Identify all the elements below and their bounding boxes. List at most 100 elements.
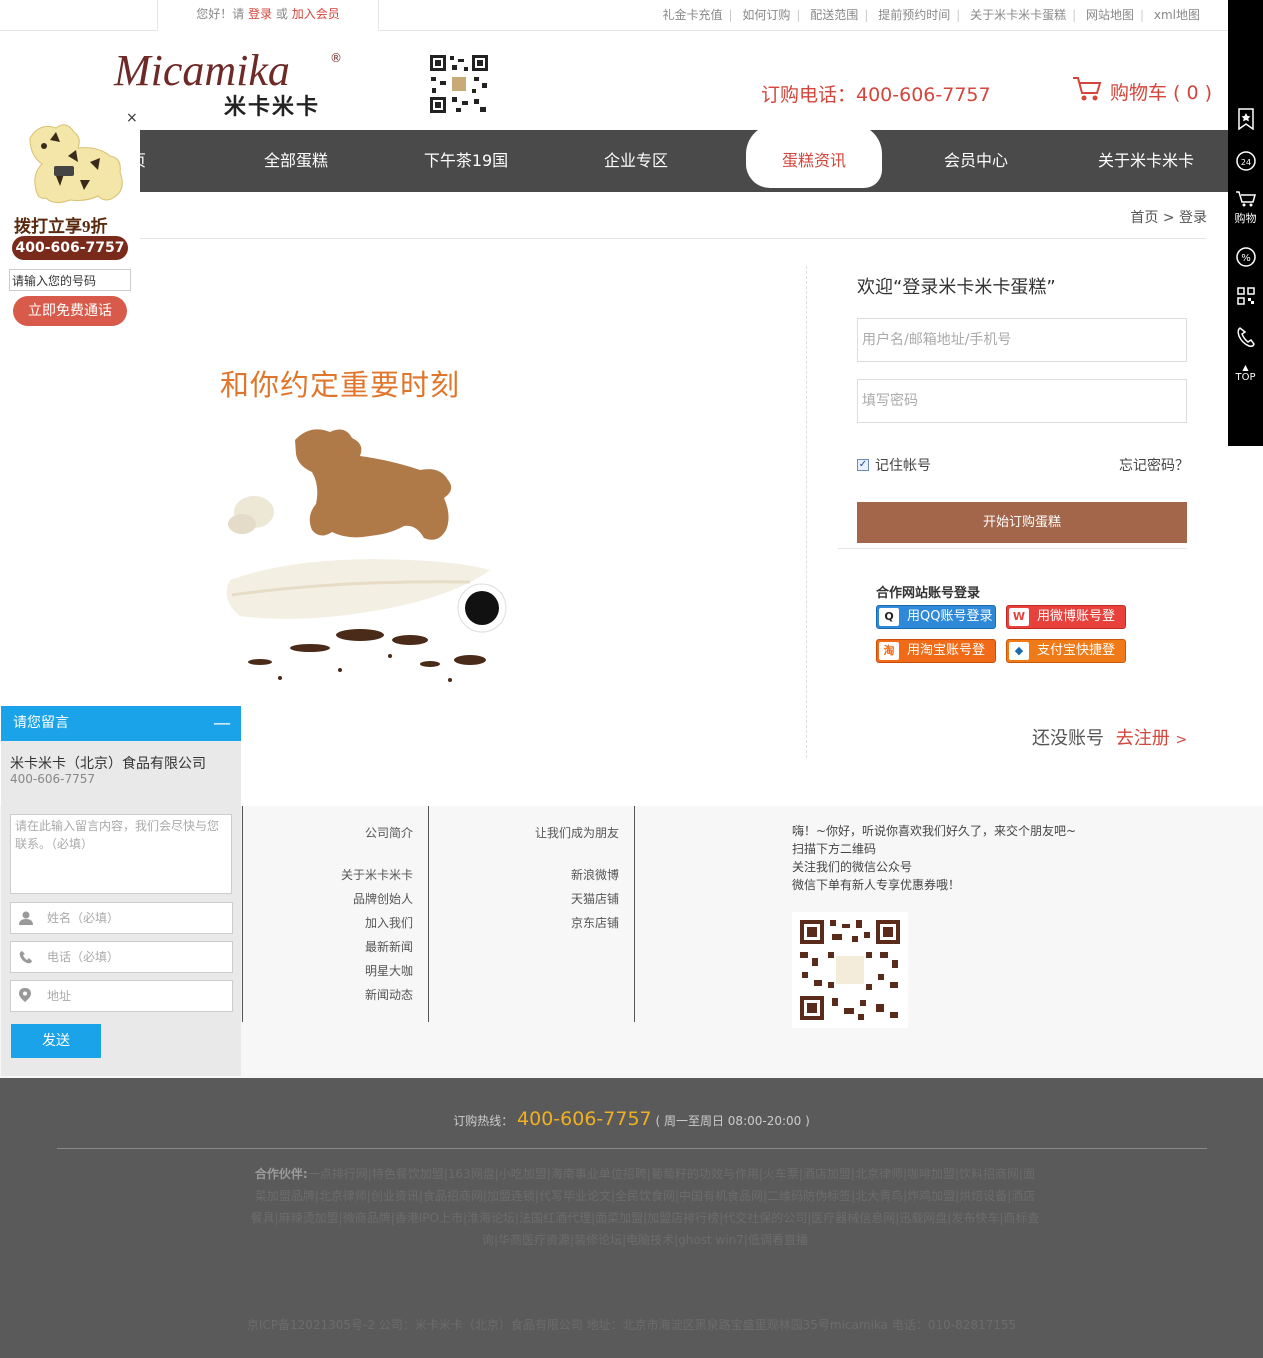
breadcrumb: 首页 > 登录: [1130, 207, 1207, 227]
cart-side-icon[interactable]: 购物: [1228, 190, 1263, 225]
nav-item-enterprise[interactable]: 企业专区: [586, 130, 686, 192]
nav-item-afternoon-tea[interactable]: 下午茶19国: [406, 130, 526, 192]
footer-link-company-intro[interactable]: 公司简介: [300, 821, 413, 845]
footer-divider: [57, 1148, 1207, 1149]
arrow-up-icon: ▲: [1242, 363, 1249, 372]
name-placeholder: 姓名（必填）: [47, 911, 120, 925]
logo-registered: ®: [330, 51, 342, 65]
top-link-reserve-time[interactable]: 提前预约时间: [878, 8, 950, 22]
top-link-giftcard[interactable]: 礼金卡充值: [663, 8, 723, 22]
alipay-login-label: 支付宝快捷登录: [1037, 643, 1116, 680]
footer-link-about[interactable]: 关于米卡米卡: [300, 863, 413, 887]
login-submit-button[interactable]: 开始订购蛋糕: [857, 502, 1187, 543]
note-line: 微信下单有新人专享优惠券哦！: [792, 878, 961, 892]
message-widget: 请您留言 — 米卡米卡（北京）食品有限公司 400-606-7757 请在此输入…: [1, 706, 241, 1076]
hotline-number: 400-606-7757: [517, 1108, 652, 1130]
message-header[interactable]: 请您留言 —: [1, 706, 241, 741]
alipay-shield-icon: ◆: [1009, 642, 1029, 660]
cart-icon: [1072, 75, 1102, 108]
send-message-button[interactable]: 发送: [11, 1024, 101, 1058]
map-pin-icon: [19, 981, 31, 1013]
wechat-qr-code: [792, 912, 908, 1028]
top-link-how-to-order[interactable]: 如何订购: [742, 8, 790, 22]
back-to-top-label: TOP: [1235, 372, 1256, 383]
message-title: 请您留言: [13, 715, 69, 731]
forget-password-link[interactable]: 忘记密码？: [1119, 455, 1189, 475]
message-company: 米卡米卡（北京）食品有限公司: [10, 756, 206, 772]
top-link-delivery[interactable]: 配送范围: [810, 8, 858, 22]
minimize-icon[interactable]: —: [213, 706, 231, 741]
taobao-login-button[interactable]: 淘用淘宝账号登录: [876, 639, 996, 680]
note-line: 嗨！~你好，听说你喜欢我们好久了，来交个朋友吧~: [792, 824, 1077, 838]
promo-slogan: 和你约定重要时刻: [220, 368, 461, 402]
logo[interactable]: Micamika ® 米卡米卡: [114, 49, 344, 121]
message-name-field[interactable]: 姓名（必填）: [10, 902, 233, 934]
footer-link-jd[interactable]: 京东店铺: [500, 911, 619, 935]
logo-cn: 米卡米卡: [224, 95, 321, 120]
nav-item-member[interactable]: 会员中心: [926, 130, 1026, 192]
qr-code-icon[interactable]: [1228, 287, 1263, 309]
breadcrumb-current: 登录: [1179, 210, 1207, 226]
join-link[interactable]: 加入会员: [292, 7, 340, 21]
cart-side-label: 购物: [1234, 212, 1257, 225]
address-placeholder: 地址: [47, 989, 72, 1003]
register-prompt: 还没账号 去注册 >: [1032, 724, 1187, 750]
footer-link-latest-news[interactable]: 最新新闻: [300, 935, 413, 959]
footer-link-tmall[interactable]: 天猫店铺: [500, 887, 619, 911]
footer-link-weibo[interactable]: 新浪微博: [500, 863, 619, 887]
message-address-field[interactable]: 地址: [10, 980, 233, 1012]
nav-item-cake-news[interactable]: 蛋糕资讯: [746, 124, 882, 188]
alipay-login-button[interactable]: ◆ 支付宝快捷登录: [1006, 639, 1126, 680]
top-link-xml-map[interactable]: xml地图: [1154, 8, 1200, 22]
footer-col-social: 让我们成为朋友 新浪微博 天猫店铺 京东店铺: [500, 821, 619, 935]
ad-phone: 400-606-7757: [12, 236, 128, 260]
top-link-sitemap[interactable]: 网站地图: [1086, 8, 1134, 22]
footer-wechat-note: 嗨！~你好，听说你喜欢我们好久了，来交个朋友吧~ 扫描下方二维码 关注我们的微信…: [792, 822, 1076, 894]
footer-link-founder[interactable]: 品牌创始人: [300, 887, 413, 911]
cart-button[interactable]: 购物车 ( 0 ): [1072, 74, 1212, 108]
cart-label: 购物车 ( 0 ): [1110, 81, 1213, 104]
nav-item-all-cakes[interactable]: 全部蛋糕: [246, 130, 346, 192]
user-icon: [19, 903, 33, 936]
discount-icon[interactable]: %: [1228, 246, 1263, 272]
call-ad-float: × 拨打立享9折 400-606-7757 立即免费通话: [0, 110, 140, 332]
footer-link-friends[interactable]: 让我们成为朋友: [500, 821, 619, 845]
top-links: 礼金卡充值 | 如何订购 | 配送范围 | 提前预约时间 | 关于米卡米卡蛋糕 | 网站地…: [662, 8, 1200, 22]
login-welcome: 欢迎“登录米卡米卡蛋糕”: [857, 277, 1056, 298]
partners-list[interactable]: 一点排行网|特色餐饮加盟|163网盘|小吃加盟|海南事业单位招聘|葡萄籽的功效与…: [251, 1167, 1040, 1247]
message-content-input[interactable]: 请在此输入留言内容，我们会尽快与您联系。（必填）: [10, 814, 232, 894]
greeting: 您好！请 登录 或 加入会员: [157, 0, 379, 31]
breadcrumb-home[interactable]: 首页: [1130, 210, 1158, 226]
footer-col-company: 公司简介 关于米卡米卡 品牌创始人 加入我们 最新新闻 明星大咖 新闻动态: [300, 821, 413, 1007]
note-line: 扫描下方二维码: [792, 842, 877, 856]
partner-login-title: 合作网站账号登录: [876, 586, 981, 601]
password-input[interactable]: 填写密码: [857, 379, 1187, 423]
top-link-about[interactable]: 关于米卡米卡蛋糕: [970, 8, 1066, 22]
tel-placeholder: 电话（必填）: [47, 950, 120, 964]
ad-slogan: 拨打立享9折: [14, 217, 108, 236]
hotline: 订购热线： 400-606-7757 ( 周一至周日 08:00-20:00 ): [0, 1108, 1263, 1130]
footer-link-join-us[interactable]: 加入我们: [300, 911, 413, 935]
remember-account[interactable]: ✓ 记住帐号: [857, 455, 931, 475]
nav-item-about[interactable]: 关于米卡米卡: [1086, 130, 1206, 192]
phone-icon[interactable]: [1228, 326, 1263, 352]
free-call-button[interactable]: 立即免费通话: [13, 296, 127, 326]
partners-label: 合作伙伴:: [254, 1167, 308, 1181]
register-link[interactable]: 去注册: [1116, 728, 1170, 749]
callback-phone-input[interactable]: [9, 269, 131, 291]
24h-service-icon[interactable]: 24: [1228, 150, 1263, 176]
message-phone: 400-606-7757: [10, 772, 96, 786]
favorite-icon[interactable]: [1228, 108, 1263, 134]
main-nav: 页 全部蛋糕 下午茶19国 企业专区 蛋糕资讯 会员中心 关于米卡米卡: [0, 124, 1228, 192]
or-text: 或: [275, 7, 288, 21]
footer-link-news[interactable]: 新闻动态: [300, 983, 413, 1007]
qq-login-button[interactable]: Q 用QQ账号登录: [876, 605, 996, 629]
message-tel-field[interactable]: 电话（必填）: [10, 941, 233, 973]
login-link[interactable]: 登录: [248, 7, 272, 21]
footer-link-celebrities[interactable]: 明星大咖: [300, 959, 413, 983]
back-to-top-button[interactable]: ▲ TOP: [1228, 363, 1263, 384]
breadcrumb-divider: [140, 238, 1206, 239]
username-input[interactable]: 用户名/邮箱地址/手机号: [857, 318, 1187, 362]
remember-checkbox[interactable]: ✓: [857, 459, 869, 471]
weibo-login-button[interactable]: W用微博账号登录: [1006, 605, 1126, 646]
